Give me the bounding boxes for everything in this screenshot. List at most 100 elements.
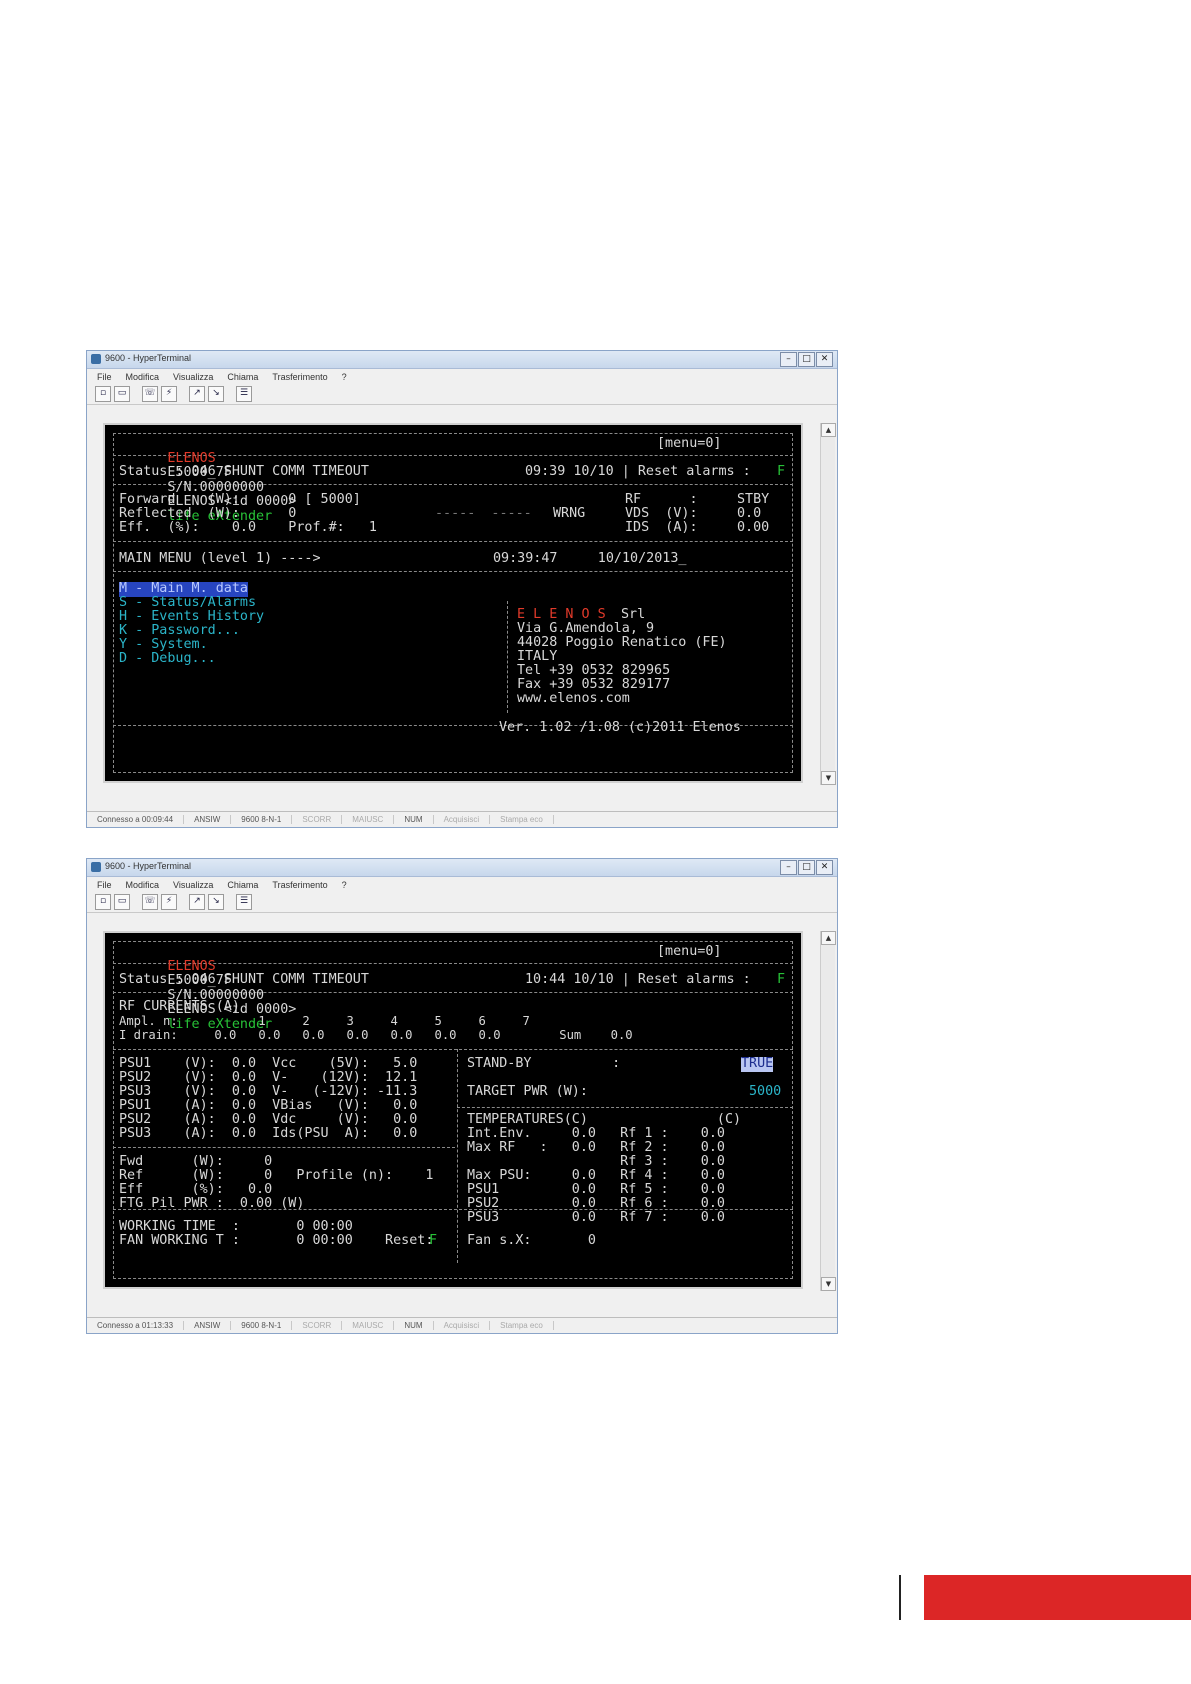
clock: 09:39:47 10/10/2013_ [493, 551, 687, 566]
status-port-settings: 9600 8-N-1 [231, 815, 293, 824]
ids-value: 0.00 [737, 520, 770, 535]
menu-visualizza[interactable]: Visualizza [173, 880, 213, 890]
maximize-icon[interactable]: □ [798, 860, 815, 875]
menu-help[interactable]: ? [342, 372, 347, 382]
terminal-screen[interactable]: ELENOS E5000_7F S/N.00000000 ELENOS <id … [103, 423, 803, 783]
close-icon[interactable]: ✕ [816, 860, 833, 875]
app-icon [91, 354, 101, 364]
open-folder-icon[interactable]: ▭ [114, 386, 130, 402]
receive-icon[interactable]: ↘ [208, 894, 224, 910]
menu-modifica[interactable]: Modifica [126, 880, 160, 890]
status-bar: Connesso a 00:09:44 ANSIW 9600 8-N-1 SCO… [87, 811, 837, 827]
menu-help[interactable]: ? [342, 880, 347, 890]
pilot-power: FTG Pil PWR : 0.00 (W) [119, 1196, 305, 1211]
scroll-up-icon[interactable]: ▲ [821, 423, 836, 437]
drain-currents: I drain: 0.0 0.0 0.0 0.0 0.0 0.0 0.0 Sum… [119, 1028, 633, 1042]
new-file-icon[interactable]: ▫ [95, 386, 111, 402]
brand-color-bar [924, 1575, 1191, 1620]
psu3-current: PSU3 (A): 0.0 Ids(PSU A): 0.0 [119, 1126, 418, 1141]
status-scroll: SCORR [292, 815, 343, 824]
title-bar[interactable]: 9600 - HyperTerminal – □ ✕ [87, 351, 837, 369]
menu-chiama[interactable]: Chiama [227, 880, 258, 890]
menu-file[interactable]: File [97, 880, 112, 890]
menu-modifica[interactable]: Modifica [126, 372, 160, 382]
amplifier-numbers: Ampl. n: 1 2 3 4 5 6 7 [119, 1014, 530, 1028]
menu-level: [menu=0] [657, 436, 722, 451]
fan-working-time: FAN WORKING T : 0 00:00 Reset: [119, 1233, 434, 1248]
close-icon[interactable]: ✕ [816, 352, 833, 367]
menu-level: [menu=0] [657, 944, 722, 959]
status-connected: Connesso a 01:13:33 [87, 1321, 185, 1330]
properties-icon[interactable]: ☰ [236, 386, 252, 402]
hyperterminal-window-main-menu: 9600 - HyperTerminal – □ ✕ File Modifica… [86, 350, 838, 828]
status-capture: Acquisisci [434, 815, 491, 824]
warning-label: WRNG [553, 506, 586, 521]
status-print-echo: Stampa eco [490, 1321, 554, 1330]
target-power-label: TARGET PWR (W): [467, 1084, 588, 1099]
disconnect-icon[interactable]: ⚡ [161, 894, 177, 910]
page-divider-line [899, 1575, 901, 1620]
status-connected: Connesso a 00:09:44 [87, 815, 185, 824]
scroll-down-icon[interactable]: ▼ [821, 771, 836, 785]
receive-icon[interactable]: ↘ [208, 386, 224, 402]
status-print-echo: Stampa eco [490, 815, 554, 824]
disconnect-icon[interactable]: ⚡ [161, 386, 177, 402]
meter-dashes: ----- ----- [435, 506, 532, 521]
time-status: 09:39 10/10 | Reset alarms : [525, 464, 751, 479]
ids-label: IDS (A): [625, 520, 698, 535]
title-bar[interactable]: 9600 - HyperTerminal – □ ✕ [87, 859, 837, 877]
target-power-value[interactable]: 5000 [749, 1084, 781, 1100]
app-icon [91, 862, 101, 872]
open-folder-icon[interactable]: ▭ [114, 894, 130, 910]
reset-alarms-flag[interactable]: F [777, 972, 785, 988]
fan-reset-flag[interactable]: F [429, 1233, 437, 1249]
scroll-down-icon[interactable]: ▼ [821, 1277, 836, 1291]
status-emulation: ANSIW [184, 815, 232, 824]
menu-trasferimento[interactable]: Trasferimento [272, 880, 327, 890]
version-label: Ver. 1.02 /1.08 (c)2011 Elenos [499, 720, 741, 735]
menu-file[interactable]: File [97, 372, 112, 382]
vertical-scrollbar[interactable]: ▲ ▼ [820, 931, 836, 1291]
toolbar: ▫ ▭ ☏ ⚡ ↗ ↘ ☰ [87, 892, 837, 913]
vertical-scrollbar[interactable]: ▲ ▼ [820, 423, 836, 785]
status-caps: MAIUSC [342, 815, 395, 824]
status-num: NUM [394, 1321, 434, 1330]
call-icon[interactable]: ☏ [142, 894, 158, 910]
minimize-icon[interactable]: – [780, 352, 797, 367]
scroll-up-icon[interactable]: ▲ [821, 931, 836, 945]
send-icon[interactable]: ↗ [189, 386, 205, 402]
send-icon[interactable]: ↗ [189, 894, 205, 910]
status-capture: Acquisisci [434, 1321, 491, 1330]
call-icon[interactable]: ☏ [142, 386, 158, 402]
menu-bar: File Modifica Visualizza Chiama Trasferi… [87, 369, 837, 384]
maximize-icon[interactable]: □ [798, 352, 815, 367]
standby-label: STAND-BY : [467, 1056, 621, 1071]
status-caps: MAIUSC [342, 1321, 395, 1330]
address-web: www.elenos.com [517, 691, 630, 706]
menu-chiama[interactable]: Chiama [227, 372, 258, 382]
window-title: 9600 - HyperTerminal [105, 353, 192, 363]
status-emulation: ANSIW [184, 1321, 232, 1330]
menu-item-debug[interactable]: D - Debug... [119, 651, 216, 667]
meter-efficiency: Eff. (%): 0.0 Prof.#: 1 [119, 520, 377, 535]
window-title: 9600 - HyperTerminal [105, 861, 192, 871]
menu-bar: File Modifica Visualizza Chiama Trasferi… [87, 877, 837, 892]
standby-value[interactable]: TRUE [741, 1056, 774, 1072]
terminal-screen[interactable]: ELENOS E5000_7F S/N.00000000 ELENOS <id … [103, 931, 803, 1289]
menu-trasferimento[interactable]: Trasferimento [272, 372, 327, 382]
minimize-icon[interactable]: – [780, 860, 797, 875]
status-line: Status : 046 SHUNT COMM TIMEOUT [119, 972, 369, 987]
reset-alarms-flag[interactable]: F [777, 464, 785, 480]
time-status: 10:44 10/10 | Reset alarms : [525, 972, 751, 987]
status-bar: Connesso a 01:13:33 ANSIW 9600 8-N-1 SCO… [87, 1317, 837, 1333]
toolbar: ▫ ▭ ☏ ⚡ ↗ ↘ ☰ [87, 384, 837, 405]
hyperterminal-window-main-data: 9600 - HyperTerminal – □ ✕ File Modifica… [86, 858, 838, 1334]
temp-psu3: PSU3 0.0 Rf 7 : 0.0 [467, 1210, 725, 1225]
menu-visualizza[interactable]: Visualizza [173, 372, 213, 382]
status-scroll: SCORR [292, 1321, 343, 1330]
main-menu-header: MAIN MENU (level 1) ----> [119, 551, 321, 566]
properties-icon[interactable]: ☰ [236, 894, 252, 910]
new-file-icon[interactable]: ▫ [95, 894, 111, 910]
status-port-settings: 9600 8-N-1 [231, 1321, 293, 1330]
fan-speed: Fan s.X: 0 [467, 1233, 596, 1248]
